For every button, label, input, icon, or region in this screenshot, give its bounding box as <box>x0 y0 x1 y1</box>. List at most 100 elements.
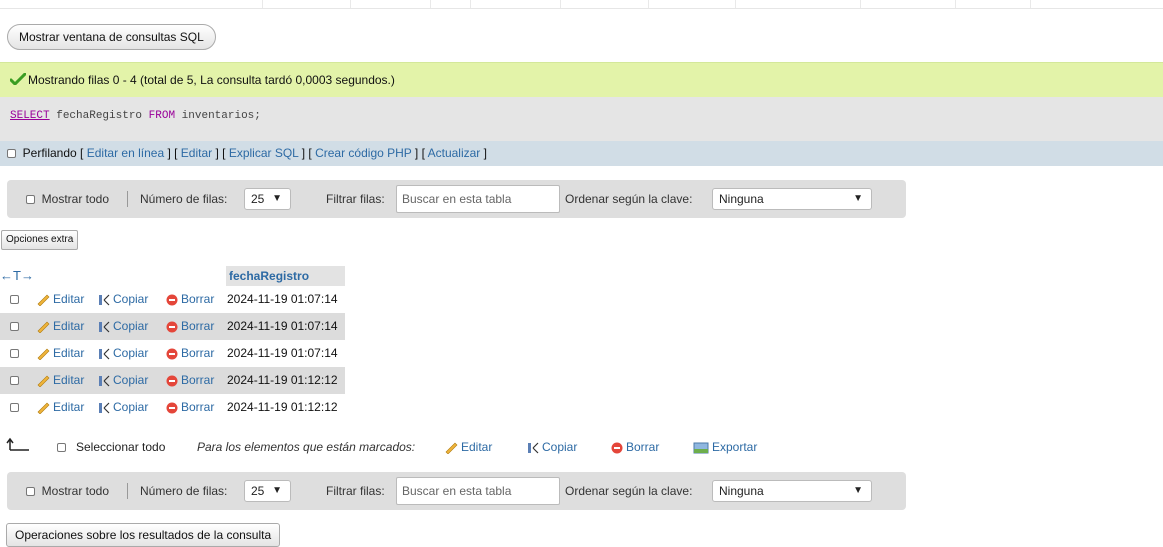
row-edit-button[interactable]: Editar <box>36 340 84 367</box>
table-navigation-bottom: Mostrar todo Número de filas: 25 ▼ Filtra… <box>7 472 906 510</box>
bulk-delete-button[interactable]: Borrar <box>611 436 659 458</box>
sql-query-box[interactable]: SELECT fechaRegistro FROM inventarios; <box>0 97 1163 141</box>
refresh-link[interactable]: Actualizar <box>428 146 481 160</box>
table-row: Editar Copiar Borrar 2024-11-19 01:07:14 <box>0 313 345 340</box>
row-copy-button[interactable]: Copiar <box>98 340 148 367</box>
rows-select[interactable]: 25 ▼ <box>244 480 291 502</box>
row-copy-button[interactable]: Copiar <box>98 394 148 421</box>
row-checkbox[interactable] <box>10 295 19 304</box>
profiling-checkbox[interactable] <box>7 149 16 158</box>
sort-label: Ordenar según la clave: <box>565 192 693 206</box>
filter-rows-input[interactable]: Buscar en esta tabla <box>396 477 560 505</box>
copy-icon <box>99 294 110 306</box>
select-all-label[interactable]: Seleccionar todo <box>76 436 165 458</box>
show-all-checkbox[interactable] <box>26 487 35 496</box>
create-php-code-link[interactable]: Crear código PHP <box>315 146 412 160</box>
rows-label: Número de filas: <box>140 192 228 206</box>
row-copy-button[interactable]: Copiar <box>98 286 148 313</box>
pencil-icon <box>37 375 50 387</box>
table-row: Editar Copiar Borrar 2024-11-19 01:07:14 <box>0 286 345 313</box>
row-delete-button[interactable]: Borrar <box>166 367 214 394</box>
row-edit-button[interactable]: Editar <box>36 286 84 313</box>
filter-label: Filtrar filas: <box>326 484 385 498</box>
for-marked-label: Para los elementos que están marcados: <box>197 440 416 454</box>
chevron-down-icon: ▼ <box>272 193 282 204</box>
select-all-checkbox[interactable] <box>57 436 66 458</box>
export-icon <box>693 442 709 454</box>
pencil-icon <box>37 294 50 306</box>
edit-inline-link[interactable]: Editar en línea <box>87 146 164 160</box>
delete-icon <box>166 375 178 387</box>
column-nav-arrows[interactable]: ←T→ <box>0 266 226 286</box>
rows-select[interactable]: 25 ▼ <box>244 188 291 210</box>
pencil-icon <box>37 348 50 360</box>
sql-keyword-select[interactable]: SELECT <box>10 110 50 122</box>
edit-link[interactable]: Editar <box>181 146 212 160</box>
row-delete-button[interactable]: Borrar <box>166 394 214 421</box>
show-sql-window-button[interactable]: Mostrar ventana de consultas SQL <box>7 24 216 50</box>
column-header-fecharegistro[interactable]: fechaRegistro <box>226 266 345 286</box>
filter-label: Filtrar filas: <box>326 192 385 206</box>
query-results-operations-button[interactable]: Operaciones sobre los resultados de la c… <box>6 523 281 547</box>
pencil-icon <box>37 402 50 414</box>
copy-icon <box>99 348 110 360</box>
delete-icon <box>611 442 623 454</box>
row-checkbox[interactable] <box>10 376 19 385</box>
bulk-copy-button[interactable]: Copiar <box>527 436 577 458</box>
row-checkbox[interactable] <box>10 349 19 358</box>
check-icon <box>10 73 26 85</box>
row-copy-button[interactable]: Copiar <box>98 313 148 340</box>
show-all-control[interactable]: Mostrar todo <box>26 180 109 218</box>
success-message: Mostrando filas 0 - 4 (total de 5, La co… <box>0 62 1163 97</box>
pencil-icon <box>445 442 458 454</box>
delete-icon <box>166 402 178 414</box>
sort-key-select[interactable]: Ninguna ▼ <box>712 480 872 502</box>
table-row: Editar Copiar Borrar 2024-11-19 01:07:14 <box>0 340 345 367</box>
copy-icon <box>99 321 110 333</box>
bulk-edit-button[interactable]: Editar <box>444 436 492 458</box>
table-row: Editar Copiar Borrar 2024-11-19 01:12:12 <box>0 394 345 421</box>
delete-icon <box>166 321 178 333</box>
filter-rows-input[interactable]: Buscar en esta tabla <box>396 185 560 213</box>
copy-icon <box>99 402 110 414</box>
show-all-control[interactable]: Mostrar todo <box>26 472 109 510</box>
row-edit-button[interactable]: Editar <box>36 313 84 340</box>
cell-fecharegistro[interactable]: 2024-11-19 01:12:12 <box>227 394 338 421</box>
delete-icon <box>166 348 178 360</box>
cell-fecharegistro[interactable]: 2024-11-19 01:07:14 <box>227 286 338 313</box>
sort-label: Ordenar según la clave: <box>565 484 693 498</box>
rows-label: Número de filas: <box>140 484 228 498</box>
extra-options-button[interactable]: Opciones extra <box>1 230 79 250</box>
show-all-label: Mostrar todo <box>41 484 110 498</box>
profiling-bar: Perfilando [ Editar en línea ] [ Editar … <box>0 141 1163 166</box>
row-delete-button[interactable]: Borrar <box>166 286 214 313</box>
cell-fecharegistro[interactable]: 2024-11-19 01:07:14 <box>227 340 338 367</box>
bulk-actions: Seleccionar todo Para los elementos que … <box>0 436 800 458</box>
copy-icon <box>99 375 110 387</box>
row-edit-button[interactable]: Editar <box>36 394 84 421</box>
row-edit-button[interactable]: Editar <box>36 367 84 394</box>
sql-column: fechaRegistro <box>56 110 143 122</box>
table-header: ←T→ fechaRegistro <box>0 266 345 286</box>
copy-icon <box>528 442 539 454</box>
row-checkbox[interactable] <box>10 403 19 412</box>
delete-icon <box>166 294 178 306</box>
pencil-icon <box>37 321 50 333</box>
chevron-down-icon: ▼ <box>853 193 863 204</box>
explain-sql-link[interactable]: Explicar SQL <box>229 146 299 160</box>
cell-fecharegistro[interactable]: 2024-11-19 01:07:14 <box>227 313 338 340</box>
table-navigation-top: Mostrar todo Número de filas: 25 ▼ Filtra… <box>7 180 906 218</box>
sort-key-select[interactable]: Ninguna ▼ <box>712 188 872 210</box>
row-delete-button[interactable]: Borrar <box>166 340 214 367</box>
cell-fecharegistro[interactable]: 2024-11-19 01:12:12 <box>227 367 338 394</box>
chevron-down-icon: ▼ <box>853 485 863 496</box>
row-copy-button[interactable]: Copiar <box>98 367 148 394</box>
top-divider <box>0 0 1163 9</box>
row-checkbox[interactable] <box>10 322 19 331</box>
bulk-export-button[interactable]: Exportar <box>693 436 757 458</box>
row-delete-button[interactable]: Borrar <box>166 313 214 340</box>
show-all-checkbox[interactable] <box>26 195 35 204</box>
sql-keyword-from: FROM <box>148 110 176 122</box>
chevron-down-icon: ▼ <box>272 485 282 496</box>
select-all-arrow-icon <box>6 436 30 458</box>
